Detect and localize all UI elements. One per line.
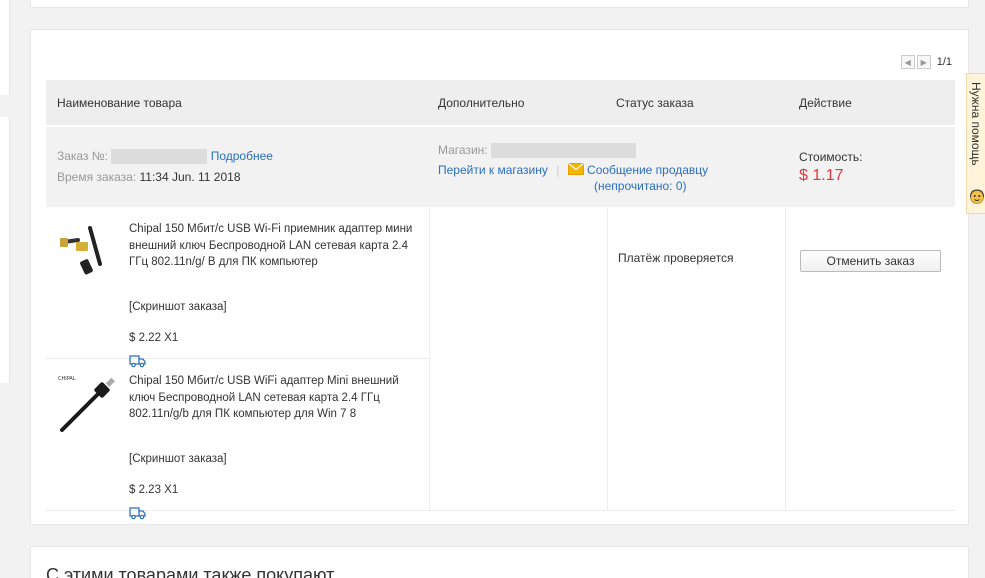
unread-count[interactable]: (непрочитано: 0) bbox=[594, 179, 687, 193]
order-number-redacted bbox=[111, 149, 208, 165]
bottom-divider bbox=[46, 510, 955, 511]
column-status: Статус заказа bbox=[616, 96, 694, 110]
order-number-label: Заказ №: bbox=[57, 149, 109, 163]
left-column-panel bbox=[0, 0, 10, 95]
recommendations-panel: С этими товарами также покупают bbox=[30, 546, 969, 578]
product-image[interactable] bbox=[56, 220, 120, 284]
order-header: Заказ №: Подробнее Время заказа: 11:34 J… bbox=[46, 127, 955, 207]
item-price: $ 2.22 X1 bbox=[129, 332, 179, 344]
cancel-order-button[interactable]: Отменить заказ bbox=[800, 250, 941, 272]
arrow-left-icon[interactable]: ◀ bbox=[900, 55, 915, 69]
column-divider bbox=[785, 208, 786, 510]
order-time-label: Время заказа: bbox=[57, 170, 137, 184]
store-label: Магазин: bbox=[438, 143, 488, 157]
column-action: Действие bbox=[799, 96, 852, 110]
table-header: Наименование товара Дополнительно Статус… bbox=[46, 80, 955, 125]
pager: ◀ ▶ 1/1 bbox=[900, 55, 952, 69]
cost-label: Стоимость: bbox=[799, 150, 863, 164]
column-extra: Дополнительно bbox=[438, 96, 525, 110]
help-tab[interactable]: Нужна помощь bbox=[966, 73, 985, 214]
go-to-store-link[interactable]: Перейти к магазину bbox=[438, 163, 548, 177]
order-cost-value: $ 1.17 bbox=[799, 167, 844, 184]
page-indicator: 1/1 bbox=[936, 56, 952, 68]
arrow-right-icon[interactable]: ▶ bbox=[916, 55, 931, 69]
truck-icon bbox=[129, 507, 146, 520]
order-time-value: 11:34 Jun. 11 2018 bbox=[139, 170, 241, 184]
recommendations-title: С этими товарами также покупают bbox=[46, 565, 335, 578]
item-divider bbox=[46, 358, 429, 359]
order-snapshot-link[interactable]: [Скриншот заказа] bbox=[129, 453, 227, 465]
store-name-redacted bbox=[490, 143, 636, 159]
svg-text:CHIPAL: CHIPAL bbox=[58, 376, 76, 382]
support-agent-icon bbox=[970, 189, 984, 204]
order-details-link[interactable]: Подробнее bbox=[211, 149, 273, 163]
truck-icon bbox=[129, 355, 146, 368]
column-divider bbox=[607, 208, 608, 510]
product-image[interactable]: CHIPAL bbox=[56, 372, 120, 436]
left-column-panel-2 bbox=[0, 117, 10, 383]
order-snapshot-link[interactable]: [Скриншот заказа] bbox=[129, 301, 227, 313]
item-price: $ 2.23 X1 bbox=[129, 484, 179, 496]
top-panel bbox=[30, 0, 969, 8]
product-title[interactable]: Chipal 150 Мбит/с USB WiFi адаптер Mini … bbox=[129, 373, 424, 423]
link-separator: | bbox=[556, 163, 560, 177]
column-divider bbox=[429, 208, 430, 510]
product-title[interactable]: Chipal 150 Мбит/с USB Wi-Fi приемник ада… bbox=[129, 221, 424, 271]
message-seller-link[interactable]: Сообщение продавцу bbox=[587, 163, 708, 177]
help-tab-label: Нужна помощь bbox=[969, 82, 983, 166]
order-panel: ◀ ▶ 1/1 Наименование товара Дополнительн… bbox=[30, 29, 969, 525]
order-status: Платёж проверяется bbox=[618, 251, 734, 265]
envelope-icon bbox=[567, 163, 584, 175]
column-product: Наименование товара bbox=[57, 96, 182, 110]
order-items: Chipal 150 Мбит/с USB Wi-Fi приемник ада… bbox=[46, 208, 955, 520]
